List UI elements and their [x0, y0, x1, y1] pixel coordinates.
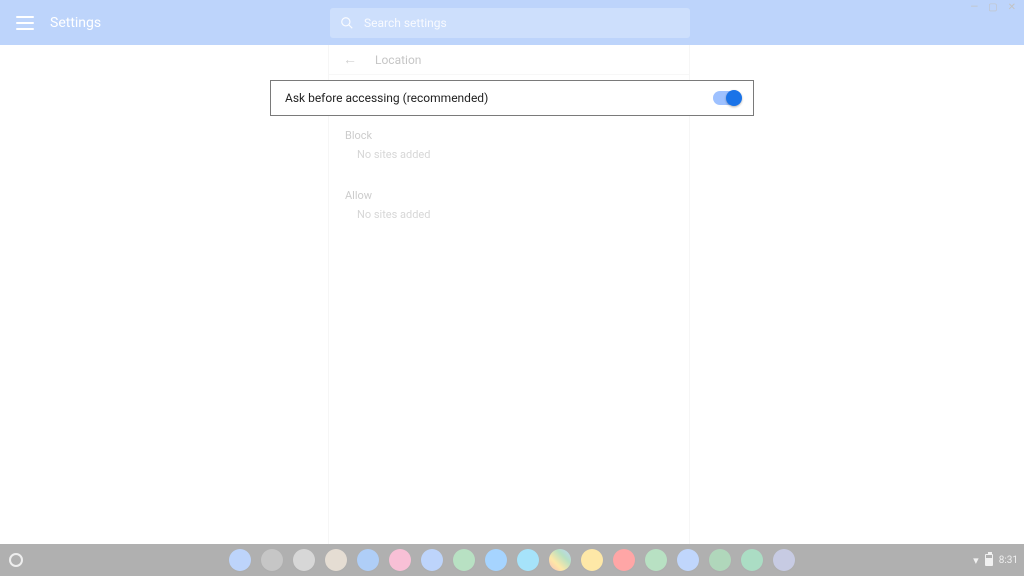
app-icon-chrome[interactable] [549, 549, 571, 571]
block-section-title: Block [329, 115, 689, 148]
app-icon-messenger[interactable] [485, 549, 507, 571]
app-icon-youtube[interactable] [613, 549, 635, 571]
wifi-icon: ▾ [973, 554, 979, 567]
app-icon-play[interactable] [645, 549, 667, 571]
app-icon-music[interactable] [389, 549, 411, 571]
ask-before-accessing-label: Ask before accessing (recommended) [285, 91, 488, 105]
app-icon-drive[interactable] [741, 549, 763, 571]
block-section-empty: No sites added [329, 148, 689, 175]
search-icon [340, 16, 354, 30]
shelf-apps [229, 549, 795, 571]
window-controls: — ▢ ✕ [962, 0, 1024, 15]
maximize-button[interactable]: ▢ [988, 3, 997, 13]
search-box[interactable] [330, 8, 690, 38]
app-icon-store[interactable] [261, 549, 283, 571]
app-icon-apps-blue[interactable] [677, 549, 699, 571]
menu-icon[interactable] [16, 16, 34, 30]
breadcrumb-label: Location [375, 53, 421, 67]
search-input[interactable] [364, 16, 680, 30]
breadcrumb: ← Location [329, 45, 689, 75]
ask-before-accessing-toggle[interactable] [713, 91, 741, 105]
ask-before-accessing-row[interactable]: Ask before accessing (recommended) [270, 80, 754, 116]
allow-section-empty: No sites added [329, 208, 689, 235]
close-button[interactable]: ✕ [1008, 3, 1016, 13]
app-icon-camera[interactable] [773, 549, 795, 571]
app-icon-keep[interactable] [581, 549, 603, 571]
app-icon-skype[interactable] [517, 549, 539, 571]
app-icon-chat[interactable] [453, 549, 475, 571]
app-icon-web-app[interactable] [357, 549, 379, 571]
app-icon-settings-grey[interactable] [293, 549, 315, 571]
app-icon-chrome-canary[interactable] [325, 549, 347, 571]
back-arrow-icon[interactable]: ← [343, 51, 357, 68]
battery-icon [985, 554, 993, 566]
shelf: ▾ 8:31 [0, 544, 1024, 576]
launcher-button[interactable] [0, 544, 32, 576]
settings-content-panel: ← Location Block No sites added Allow No… [328, 45, 690, 544]
allow-section-title: Allow [329, 175, 689, 208]
launcher-icon [9, 553, 23, 567]
app-title: Settings [50, 15, 101, 31]
app-icon-files[interactable] [229, 549, 251, 571]
app-icon-mail[interactable] [421, 549, 443, 571]
minimize-button[interactable]: — [970, 3, 978, 13]
system-tray[interactable]: ▾ 8:31 [973, 554, 1018, 567]
app-icon-apps-green[interactable] [709, 549, 731, 571]
chrome-settings-header: Settings [0, 0, 1024, 45]
tray-time: 8:31 [999, 555, 1018, 566]
